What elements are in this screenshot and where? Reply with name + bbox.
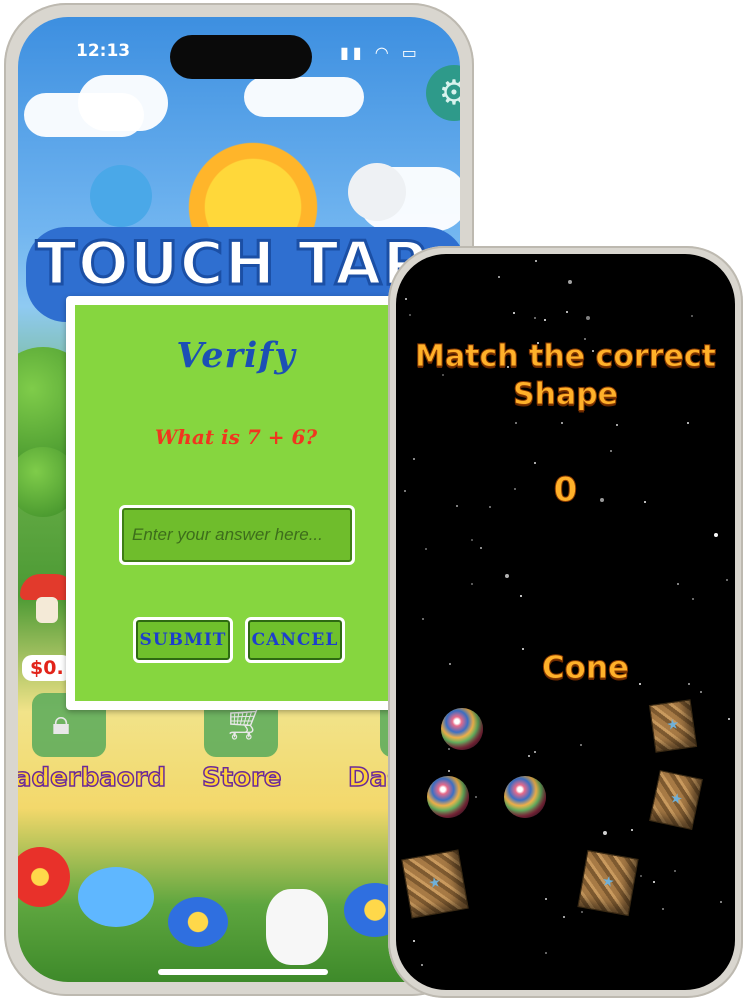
verify-dialog: Verify What is 7 + 6? SUBMIT CANCEL: [66, 296, 406, 710]
answer-input[interactable]: [119, 505, 355, 565]
star-dot: [497, 275, 500, 278]
dynamic-island: [170, 35, 312, 79]
star-dot: [676, 583, 679, 586]
star-dot: [687, 421, 690, 424]
butterfly: [78, 867, 154, 927]
star-dot: [408, 313, 411, 316]
flower: [18, 847, 70, 907]
star-dot: [412, 939, 415, 942]
star-dot: [515, 422, 518, 425]
dialog-panel: Verify What is 7 + 6? SUBMIT CANCEL: [75, 305, 397, 701]
star-dot: [544, 951, 547, 954]
star-dot: [716, 259, 719, 262]
cube-shape[interactable]: [648, 699, 698, 753]
star-dot: [616, 423, 619, 426]
game-title-line1: Match the correct: [415, 339, 717, 375]
star-dot: [421, 617, 424, 620]
cube-shape[interactable]: [577, 849, 639, 917]
star-dot: [603, 830, 608, 835]
star-dot: [563, 915, 566, 918]
white-bird: [348, 163, 406, 221]
shape-game-screen: Match the correct Shape 0 Cone: [396, 254, 735, 990]
cube-shape[interactable]: [649, 769, 703, 831]
cube-shape[interactable]: [401, 849, 469, 919]
star-dot: [405, 298, 408, 301]
star-dot: [661, 908, 664, 911]
leaderboard-label[interactable]: aderbaord: [18, 762, 167, 794]
blue-bird: [90, 165, 152, 227]
star-dot: [475, 796, 478, 799]
star-dot: [586, 316, 591, 321]
game-title-line2: Shape: [512, 377, 619, 413]
game-logo: TOUCH TAP: [34, 228, 428, 301]
status-icons: ▮▮ ◠ ▭: [340, 43, 421, 62]
home-indicator[interactable]: [158, 969, 328, 975]
star-dot: [447, 770, 450, 773]
star-dot: [700, 691, 703, 694]
star-dot: [691, 314, 694, 317]
star-dot: [610, 449, 613, 452]
cloud: [244, 77, 364, 117]
star-dot: [560, 421, 563, 424]
star-dot: [534, 316, 537, 319]
star-dot: [513, 312, 516, 315]
dialog-title: Verify: [176, 335, 296, 376]
star-dot: [727, 717, 730, 720]
sphere-shape[interactable]: [441, 708, 483, 750]
star-dot: [674, 869, 677, 872]
star-dot: [692, 597, 695, 600]
game-title: Match the correct Shape: [396, 338, 735, 414]
star-dot: [424, 548, 427, 551]
star-dot: [470, 582, 473, 585]
star-dot: [631, 828, 634, 831]
star-dot: [543, 319, 546, 322]
bunny: [266, 889, 328, 965]
star-dot: [527, 754, 530, 757]
star-dot: [447, 748, 450, 751]
star-dot: [544, 898, 547, 901]
sphere-shape[interactable]: [504, 776, 546, 818]
store-label[interactable]: Store: [201, 762, 282, 794]
star-dot: [652, 880, 655, 883]
star-dot: [640, 875, 643, 878]
star-dot: [413, 458, 416, 461]
star-dot: [719, 900, 722, 903]
score-counter: 0: [553, 470, 578, 511]
star-dot: [479, 547, 482, 550]
gear-icon[interactable]: ⚙: [426, 65, 460, 121]
cloud: [78, 75, 168, 131]
star-dot: [568, 279, 573, 284]
star-dot: [421, 964, 424, 967]
status-time: 12:13: [76, 41, 131, 61]
star-dot: [470, 538, 473, 541]
star-dot: [726, 579, 729, 582]
math-question: What is 7 + 6?: [154, 425, 318, 449]
cancel-button[interactable]: CANCEL: [245, 617, 345, 663]
coin-balance-badge: $0.: [22, 655, 72, 681]
star-dot: [519, 594, 522, 597]
submit-button[interactable]: SUBMIT: [133, 617, 233, 663]
star-dot: [713, 533, 718, 538]
phone-frame-front: Match the correct Shape 0 Cone: [388, 246, 743, 998]
flower: [168, 897, 228, 947]
sphere-shape[interactable]: [427, 776, 469, 818]
mushroom-stem: [36, 597, 58, 623]
target-shape-label: Cone: [541, 650, 630, 687]
star-dot: [533, 461, 536, 464]
star-dot: [504, 573, 509, 578]
star-dot: [534, 751, 537, 754]
star-dot: [534, 260, 537, 263]
star-dot: [565, 311, 568, 314]
star-dot: [581, 911, 584, 914]
star-dot: [580, 744, 583, 747]
